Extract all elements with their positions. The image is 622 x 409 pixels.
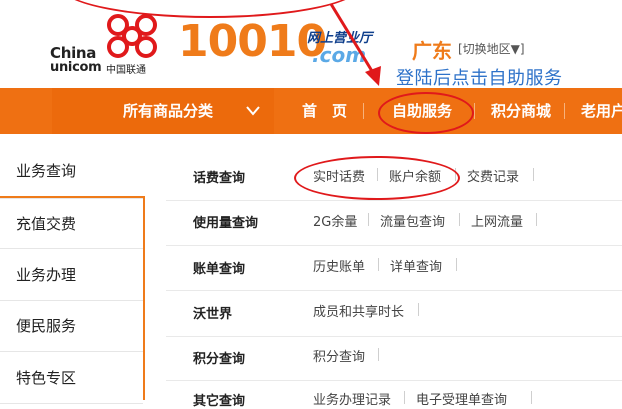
sidebar-item-business-query[interactable]: 业务查询 <box>0 146 143 197</box>
link-divider <box>378 258 379 271</box>
link-data-package[interactable]: 流量包查询 <box>380 211 445 230</box>
link-payment-records[interactable]: 交费记录 <box>467 166 519 185</box>
row-divider <box>166 336 622 337</box>
row-title-bill-statement: 账单查询 <box>193 262 246 277</box>
sidebar-item-business-handling[interactable]: 业务办理 <box>0 250 143 301</box>
current-region: 广东 <box>412 39 452 63</box>
china-unicom-knot-logo[interactable] <box>104 13 160 59</box>
row-title-bill-query: 话费查询 <box>193 171 246 186</box>
row-title-points-query: 积分查询 <box>193 352 246 367</box>
nav-existing-users[interactable]: 老用户 <box>581 88 622 134</box>
sidebar-item-recharge[interactable]: 充值交费 <box>0 198 143 249</box>
sidebar-item-featured[interactable]: 特色专区 <box>0 353 143 404</box>
annotation-hint-text: 登陆后点击自助服务 <box>396 68 563 89</box>
nav-home[interactable]: 首 页 <box>302 88 347 134</box>
link-divider <box>368 213 369 226</box>
chevron-down-icon[interactable] <box>245 104 261 118</box>
row-divider <box>166 200 622 201</box>
row-title-wo-world: 沃世界 <box>193 307 233 322</box>
link-divider <box>418 303 419 316</box>
annotation-ellipse-bill-links <box>294 156 460 200</box>
sidebar-active-border <box>143 196 145 400</box>
link-points-query[interactable]: 积分查询 <box>313 346 365 365</box>
link-business-records[interactable]: 业务办理记录 <box>313 389 391 408</box>
logo-text-unicom-cn: 中国联通 <box>106 65 146 76</box>
nav-points-mall[interactable]: 积分商城 <box>491 88 551 134</box>
sidebar-top-divider <box>0 196 145 198</box>
link-divider <box>533 168 534 181</box>
link-divider <box>536 213 537 226</box>
link-electronic-receipt[interactable]: 电子受理单查询 <box>416 389 507 408</box>
nav-divider <box>564 103 565 119</box>
row-divider <box>166 290 622 291</box>
nav-divider <box>363 103 364 119</box>
hotline-logo-number[interactable]: 10010 <box>178 20 327 64</box>
row-divider <box>166 380 622 381</box>
link-divider <box>378 348 379 361</box>
logo-text-unicom: unicom <box>50 60 102 75</box>
link-detail-query[interactable]: 详单查询 <box>390 256 442 275</box>
annotation-arrow-icon <box>329 3 381 86</box>
row-divider <box>166 245 622 246</box>
link-history-bills[interactable]: 历史账单 <box>313 256 365 275</box>
nav-all-categories-label[interactable]: 所有商品分类 <box>123 88 213 134</box>
link-2g-remaining[interactable]: 2G余量 <box>313 211 357 230</box>
link-divider <box>531 391 532 404</box>
link-divider <box>404 391 405 404</box>
row-title-usage-query: 使用量查询 <box>193 216 259 231</box>
switch-region-link[interactable]: [切换地区▼] <box>458 40 525 57</box>
annotation-ellipse-self-service <box>378 92 474 134</box>
sidebar-item-convenience[interactable]: 便民服务 <box>0 301 143 352</box>
link-divider <box>459 213 460 226</box>
nav-divider <box>474 103 475 119</box>
link-internet-traffic[interactable]: 上网流量 <box>471 211 523 230</box>
link-members-shared-time[interactable]: 成员和共享时长 <box>313 301 404 320</box>
link-divider <box>456 258 457 271</box>
